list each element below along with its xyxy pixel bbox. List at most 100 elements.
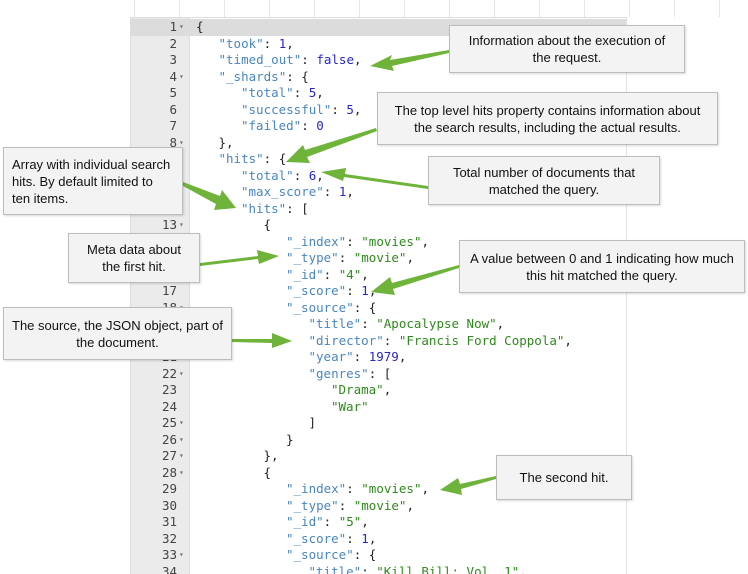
callout-top-hits: The top level hits property contains inf… bbox=[377, 92, 718, 145]
line-number: 13 bbox=[131, 217, 177, 234]
json-punctuation: : bbox=[264, 36, 279, 51]
json-punctuation: : bbox=[339, 250, 354, 265]
code-line[interactable]: 13▾ { bbox=[131, 217, 626, 234]
line-number: 6 bbox=[131, 102, 177, 119]
code-text: "hits": [ bbox=[241, 201, 309, 218]
json-key: "failed" bbox=[241, 118, 301, 133]
json-number: 1 bbox=[361, 531, 369, 546]
fold-toggle-icon[interactable]: ▾ bbox=[179, 547, 184, 564]
code-text: "total": 6, bbox=[241, 168, 324, 185]
json-punctuation: : bbox=[339, 498, 354, 513]
code-line[interactable]: 25▾] bbox=[131, 415, 626, 432]
line-number: 17 bbox=[131, 283, 177, 300]
fold-toggle-icon[interactable]: ▾ bbox=[179, 19, 184, 36]
json-punctuation: ] bbox=[309, 415, 317, 430]
code-text: "hits": { bbox=[219, 151, 287, 168]
json-punctuation: : bbox=[324, 184, 339, 199]
fold-toggle-icon[interactable]: ▾ bbox=[179, 366, 184, 383]
json-punctuation: , bbox=[361, 267, 369, 282]
line-number: 30 bbox=[131, 498, 177, 515]
code-line[interactable]: 23"Drama", bbox=[131, 382, 626, 399]
line-number: 32 bbox=[131, 531, 177, 548]
json-punctuation: : bbox=[324, 267, 339, 282]
fold-toggle-icon[interactable]: ▾ bbox=[179, 69, 184, 86]
fold-toggle-icon[interactable]: ▾ bbox=[179, 217, 184, 234]
json-punctuation: : { bbox=[354, 547, 377, 562]
json-punctuation: : bbox=[301, 118, 316, 133]
json-punctuation: , bbox=[354, 52, 362, 67]
fold-toggle-icon[interactable]: ▾ bbox=[179, 415, 184, 432]
code-text: "_shards": { bbox=[219, 69, 309, 86]
code-line[interactable]: 34"title": "Kill Bill: Vol. 1", bbox=[131, 564, 626, 574]
code-line[interactable]: 33▾ "_source": { bbox=[131, 547, 626, 564]
code-text: "_type": "movie", bbox=[286, 498, 414, 515]
fold-toggle-icon[interactable]: ▾ bbox=[179, 432, 184, 449]
code-text: "title": "Kill Bill: Vol. 1", bbox=[309, 564, 527, 574]
json-punctuation: : bbox=[301, 52, 316, 67]
code-line[interactable]: 32"_score": 1, bbox=[131, 531, 626, 548]
json-punctuation: , bbox=[369, 283, 377, 298]
json-punctuation: : bbox=[346, 531, 361, 546]
json-punctuation: , bbox=[361, 514, 369, 529]
json-punctuation: : bbox=[361, 316, 376, 331]
line-number: 2 bbox=[131, 36, 177, 53]
json-key: "_source" bbox=[286, 547, 354, 562]
json-punctuation: : bbox=[294, 168, 309, 183]
code-text: "took": 1, bbox=[219, 36, 294, 53]
json-punctuation: : [ bbox=[369, 366, 392, 381]
json-punctuation: : bbox=[331, 102, 346, 117]
json-number: 1 bbox=[361, 283, 369, 298]
callout-total: Total number of documents that matched t… bbox=[428, 156, 660, 205]
line-number: 25 bbox=[131, 415, 177, 432]
line-number: 4 bbox=[131, 69, 177, 86]
json-key: "_type" bbox=[286, 498, 339, 513]
json-key: "genres" bbox=[309, 366, 369, 381]
json-key: "title" bbox=[309, 316, 362, 331]
json-punctuation: : [ bbox=[286, 201, 309, 216]
json-punctuation: }, bbox=[219, 135, 234, 150]
code-text: { bbox=[264, 217, 272, 234]
json-punctuation: { bbox=[264, 465, 272, 480]
line-number: 26 bbox=[131, 432, 177, 449]
json-punctuation: , bbox=[519, 564, 527, 574]
code-line[interactable]: 24"War" bbox=[131, 399, 626, 416]
json-key: "_id" bbox=[286, 267, 324, 282]
json-punctuation: , bbox=[422, 481, 430, 496]
callout-source: The source, the JSON object, part of the… bbox=[3, 307, 232, 360]
code-text: { bbox=[196, 19, 204, 36]
background-grid bbox=[90, 0, 748, 17]
json-key: "_score" bbox=[286, 531, 346, 546]
json-punctuation: : bbox=[384, 333, 399, 348]
line-number: 33 bbox=[131, 547, 177, 564]
line-number: 27 bbox=[131, 448, 177, 465]
json-key: "_type" bbox=[286, 250, 339, 265]
json-punctuation: , bbox=[406, 498, 414, 513]
json-string: "movies" bbox=[361, 481, 421, 496]
json-key: "total" bbox=[241, 85, 294, 100]
json-key: "successful" bbox=[241, 102, 331, 117]
json-punctuation: : bbox=[346, 481, 361, 496]
json-punctuation: : bbox=[324, 514, 339, 529]
code-text: "successful": 5, bbox=[241, 102, 361, 119]
code-text: } bbox=[286, 432, 294, 449]
callout-array: Array with individual search hits. By de… bbox=[3, 147, 183, 215]
json-punctuation: : { bbox=[354, 300, 377, 315]
json-key: "_shards" bbox=[219, 69, 287, 84]
json-punctuation: , bbox=[354, 102, 362, 117]
code-text: "_id": "4", bbox=[286, 267, 369, 284]
json-punctuation: , bbox=[406, 250, 414, 265]
code-text: }, bbox=[219, 135, 234, 152]
json-string: "Apocalypse Now" bbox=[376, 316, 496, 331]
line-number: 31 bbox=[131, 514, 177, 531]
code-text: "_type": "movie", bbox=[286, 250, 414, 267]
callout-second-hit: The second hit. bbox=[496, 455, 632, 500]
code-line[interactable]: 22▾"genres": [ bbox=[131, 366, 626, 383]
code-line[interactable]: 26▾} bbox=[131, 432, 626, 449]
json-string: "movie" bbox=[354, 498, 407, 513]
fold-toggle-icon[interactable]: ▾ bbox=[179, 465, 184, 482]
fold-toggle-icon[interactable]: ▾ bbox=[179, 448, 184, 465]
code-line[interactable]: 31"_id": "5", bbox=[131, 514, 626, 531]
json-punctuation: , bbox=[384, 382, 392, 397]
json-punctuation: : bbox=[361, 564, 376, 574]
json-punctuation: , bbox=[422, 234, 430, 249]
